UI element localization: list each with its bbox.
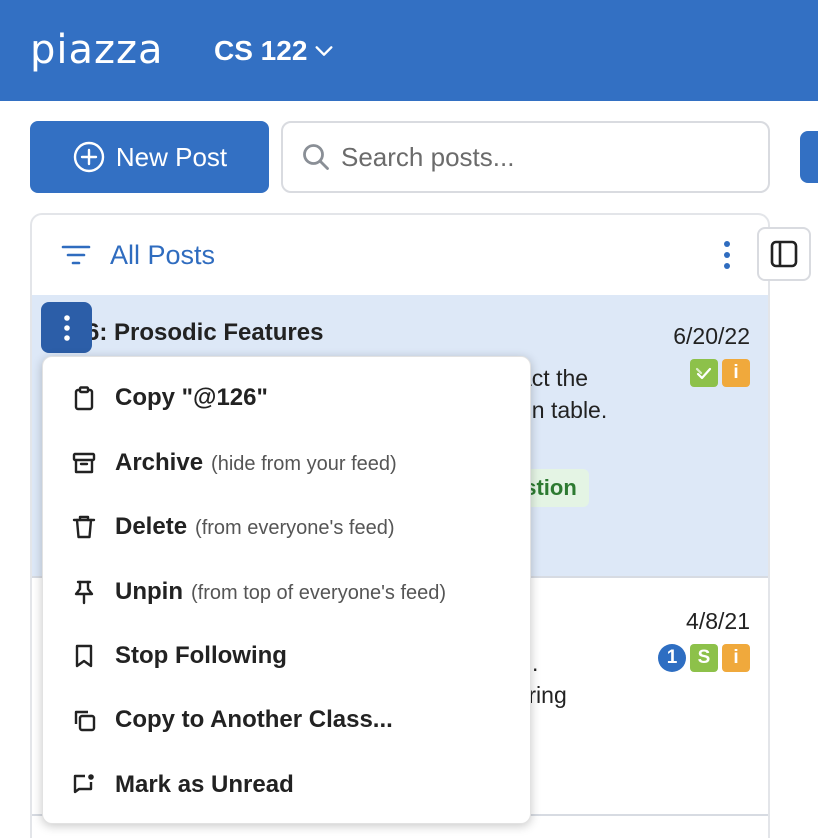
instructor-answer-icon <box>690 359 718 387</box>
menu-item-label: Mark as Unread <box>115 771 294 798</box>
menu-item-label: Stop Following <box>115 642 287 669</box>
student-answer-badge: S <box>690 644 718 672</box>
menu-item-label: Unpin <box>115 578 183 605</box>
menu-item-label: Archive <box>115 449 204 476</box>
bookmark-icon <box>75 644 93 668</box>
top-bar: piazza CS 122 <box>0 0 818 101</box>
filter-icon[interactable] <box>60 239 92 271</box>
post-badges: i <box>690 359 750 387</box>
panel-toggle-button[interactable] <box>757 227 811 281</box>
post-badges: 1 S i <box>658 644 750 672</box>
menu-item-delete[interactable]: Delete (from everyone's feed) <box>43 499 530 555</box>
post-context-menu: Copy "@126" Archive (hide from your feed)… <box>42 356 531 824</box>
sidebar-toggle-icon <box>770 240 798 268</box>
new-post-button[interactable]: New Post <box>30 121 269 193</box>
info-badge: i <box>722 359 750 387</box>
piazza-logo[interactable]: piazza <box>30 28 164 72</box>
trash-icon <box>72 515 96 539</box>
menu-item-mark-unread[interactable]: Mark as Unread <box>43 757 530 813</box>
kebab-icon <box>63 314 70 341</box>
menu-item-label: Copy to Another Class... <box>115 706 393 733</box>
menu-item-note: (hide from your feed) <box>211 453 397 475</box>
info-badge: i <box>722 644 750 672</box>
post-title: 6: Prosodic Features <box>86 319 324 346</box>
search-input[interactable] <box>341 141 741 173</box>
post-date: 4/8/21 <box>686 608 750 634</box>
copy-icon <box>74 710 96 732</box>
search-icon <box>303 144 329 170</box>
post-date: 6/20/22 <box>673 323 750 349</box>
unread-count-badge: 1 <box>658 644 686 672</box>
menu-item-copy-to-class[interactable]: Copy to Another Class... <box>43 692 530 748</box>
pin-icon <box>74 580 94 605</box>
plus-circle-icon <box>73 141 105 173</box>
mark-unread-icon <box>73 774 94 794</box>
menu-item-copy-link[interactable]: Copy "@126" <box>43 370 530 426</box>
menu-item-unpin[interactable]: Unpin (from top of everyone's feed) <box>43 564 530 620</box>
menu-item-note: (from everyone's feed) <box>195 517 395 539</box>
new-post-label: New Post <box>115 141 228 172</box>
search-box[interactable] <box>281 121 770 193</box>
post-snippet-line2: en table. <box>519 397 608 423</box>
course-name: CS 122 <box>214 35 308 66</box>
archive-icon <box>72 452 96 474</box>
chevron-down-icon <box>315 46 333 56</box>
right-panel-tab[interactable] <box>800 131 818 183</box>
course-selector[interactable]: CS 122 <box>214 34 335 68</box>
post-more-button[interactable] <box>41 302 92 353</box>
clipboard-icon <box>74 386 94 411</box>
menu-item-label: Copy "@126" <box>115 384 268 411</box>
feed-header: All Posts <box>32 215 768 295</box>
menu-item-label: Delete <box>115 513 188 540</box>
post-snippet-line1: . <box>532 650 539 676</box>
menu-item-note: (from top of everyone's feed) <box>190 582 447 604</box>
feed-filter-title[interactable]: All Posts <box>110 240 215 271</box>
menu-item-stop-following[interactable]: Stop Following <box>43 628 530 684</box>
feed-more-icon[interactable] <box>722 239 732 271</box>
menu-item-archive[interactable]: Archive (hide from your feed) <box>43 435 530 491</box>
